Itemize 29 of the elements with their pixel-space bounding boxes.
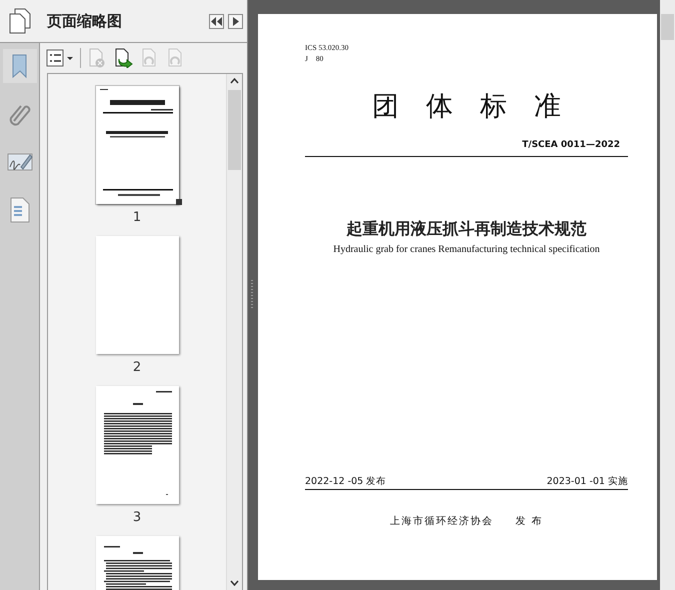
document-title: 起重机用液压抓斗再制造技术规范 — [346, 219, 588, 240]
collapse-button[interactable] — [209, 14, 224, 28]
signature-pen-icon[interactable] — [6, 151, 32, 173]
page-thumbnail[interactable] — [96, 236, 178, 354]
scroll-up-icon[interactable] — [230, 78, 239, 84]
right-arrow-icon[interactable] — [232, 16, 238, 26]
document-subtitle: Hydraulic grab for cranes Remanufacturing technical specification — [332, 244, 601, 255]
pages-icon[interactable] — [9, 8, 31, 34]
scrollbar-thumb[interactable] — [661, 14, 674, 40]
issue-date: 2022-12 -05 发布 — [305, 475, 386, 488]
effective-date: 2023-01 -01 实施 — [546, 475, 628, 488]
page-number: 2 — [132, 360, 142, 375]
expand-button[interactable] — [228, 14, 243, 28]
double-left-arrow-icon[interactable] — [211, 16, 222, 26]
page-number: 3 — [132, 510, 142, 525]
page-number: 1 — [132, 210, 142, 225]
page-thumbnail[interactable] — [96, 86, 178, 204]
standard-number: T/SCEA 0011—2022 — [521, 140, 621, 150]
scrollbar-thumb[interactable] — [228, 90, 241, 170]
document-icon[interactable] — [10, 197, 30, 223]
publisher-name: 上海市循环经济协会 — [390, 514, 494, 528]
document-heading: 团 体 标 准 — [371, 90, 562, 124]
page-thumbnail[interactable] — [96, 386, 178, 504]
options-menu-icon[interactable] — [46, 49, 74, 67]
panel-title: 页面缩略图 — [47, 12, 123, 30]
scroll-down-icon[interactable] — [230, 580, 239, 586]
splitter-handle[interactable] — [251, 280, 253, 310]
insert-page-icon[interactable] — [113, 48, 133, 68]
publish-label: 发 布 — [515, 515, 544, 528]
